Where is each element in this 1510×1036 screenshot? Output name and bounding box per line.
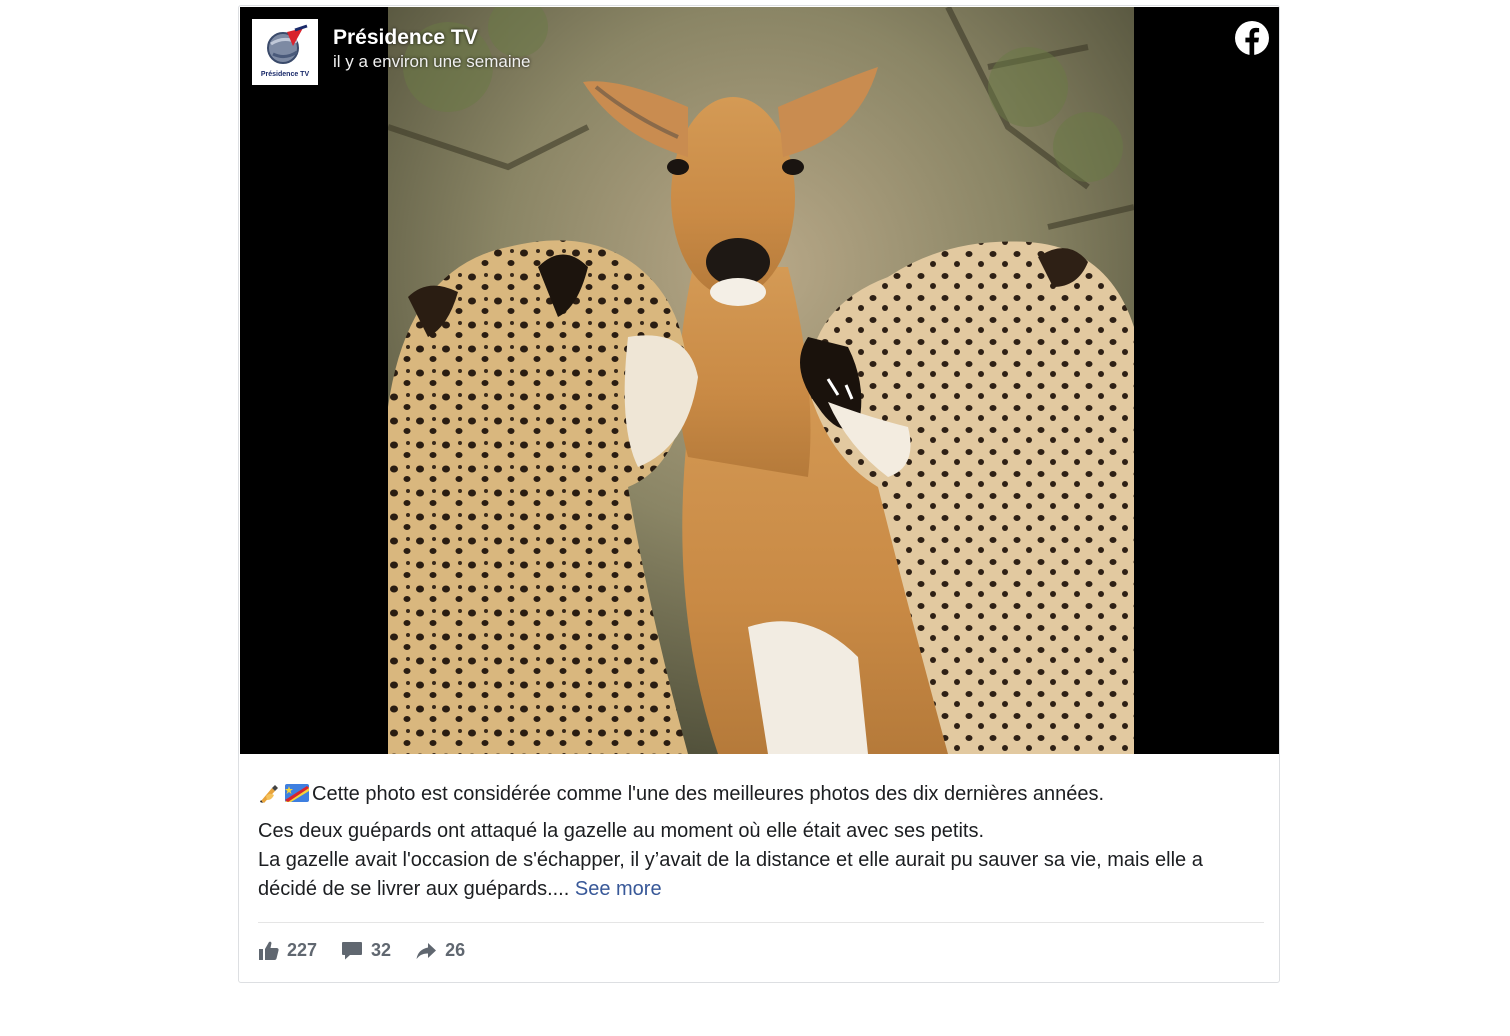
post-photo[interactable] xyxy=(388,7,1134,754)
see-more-link[interactable]: See more xyxy=(575,878,662,900)
facebook-post-embed: Présidence TV Présidence TV il y a envir… xyxy=(238,5,1280,983)
divider xyxy=(258,922,1264,923)
post-caption: Cette photo est considérée comme l'une d… xyxy=(258,780,1264,904)
post-timestamp[interactable]: il y a environ une semaine xyxy=(333,51,531,73)
comments-count: 32 xyxy=(371,940,392,960)
writing-hand-icon xyxy=(258,782,282,804)
presidence-tv-logo: Présidence TV xyxy=(261,24,310,78)
avatar-label: Présidence TV xyxy=(261,71,310,78)
caption-text-3: La gazelle avait l'occasion de s'échappe… xyxy=(258,849,1203,900)
caption-line-1: Cette photo est considérée comme l'une d… xyxy=(258,780,1264,809)
share-button[interactable]: 26 xyxy=(415,940,465,961)
facebook-icon[interactable] xyxy=(1235,21,1269,55)
thumbs-up-icon xyxy=(259,941,279,960)
post-actions: 227 32 26 xyxy=(259,940,489,961)
comment-button[interactable]: 32 xyxy=(341,940,391,961)
page-header: Présidence TV Présidence TV il y a envir… xyxy=(252,19,531,85)
dr-congo-flag-icon xyxy=(285,782,309,802)
share-arrow-icon xyxy=(416,942,437,959)
post-media[interactable]: Présidence TV Présidence TV il y a envir… xyxy=(240,7,1279,754)
like-button[interactable]: 227 xyxy=(259,940,317,961)
caption-text-1: Cette photo est considérée comme l'une d… xyxy=(312,783,1105,805)
shares-count: 26 xyxy=(445,940,466,960)
page-meta: Présidence TV il y a environ une semaine xyxy=(333,25,531,73)
likes-count: 227 xyxy=(287,940,318,960)
page-name[interactable]: Présidence TV xyxy=(333,25,531,50)
caption-line-2: Ces deux guépards ont attaqué la gazelle… xyxy=(258,820,985,842)
caption-line-3: La gazelle avait l'occasion de s'échappe… xyxy=(258,846,1264,904)
comment-bubble-icon xyxy=(342,941,363,959)
page-avatar[interactable]: Présidence TV xyxy=(252,19,318,85)
cheetahs-gazelle-photo xyxy=(388,7,1134,754)
